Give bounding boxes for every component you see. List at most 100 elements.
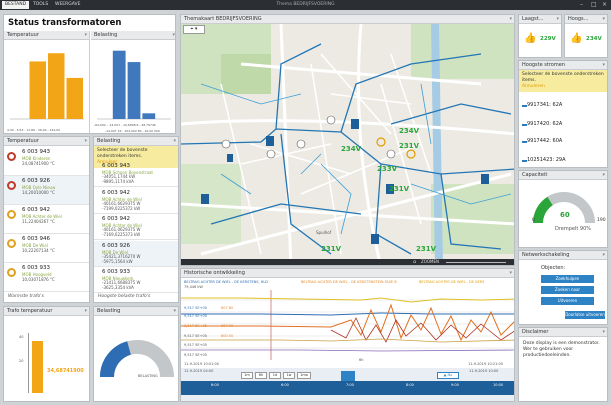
axis-time: 9:00 xyxy=(451,383,459,387)
history-row-label: 9,517 5E+05 xyxy=(184,324,207,328)
histogram-bar xyxy=(66,77,83,119)
thumbs-icon: 👍 xyxy=(570,33,583,44)
trafo-temperature: 11,22404267 °C xyxy=(22,219,55,224)
trafo-apparent-power: -9895,1174 kVA xyxy=(102,179,134,184)
map-voltage-label: 231V xyxy=(321,245,342,253)
thumbs-icon: 👍 xyxy=(524,33,537,44)
disclaimer-header: Disclaimer ▾ xyxy=(519,328,607,337)
zoom-slider[interactable] xyxy=(446,262,506,263)
current-item[interactable]: 10251423: 29A xyxy=(527,157,566,163)
history-date-right: 11-9-2019 10:21:00 xyxy=(468,362,503,366)
load-list-header: Belasting ▾ xyxy=(94,137,178,146)
history-date-left: 11-9-2019 10:01:00 xyxy=(184,362,219,366)
histogram-bar xyxy=(112,50,126,119)
timeline-handle[interactable] xyxy=(341,371,355,381)
run-through-button[interactable]: Doorlatse uitvoeren xyxy=(565,311,605,319)
lowest-voltage-value: 229V xyxy=(540,36,556,42)
load-list-item[interactable]: 6 003 933 MOB Nieuwkerk -21411,6688375 W -3… xyxy=(94,267,178,293)
load-list-item[interactable]: 6 003 942 MOB Achter de Wiel -40161,662937… xyxy=(94,188,178,214)
histogram-bar xyxy=(127,62,141,119)
home-icon[interactable]: ⌂ xyxy=(413,259,416,265)
highest-header: Hoogs... ▾ xyxy=(565,15,607,24)
load-list-item[interactable]: 6 003 942 MOB Achter de Wiel -40161,062937… xyxy=(94,214,178,240)
trafo-temperature: 24,08741900 °C xyxy=(22,161,55,166)
history-legend-1: BELTRAG ACHTER DE WIEL - DE KERSTENS, HL… xyxy=(184,280,268,284)
temperature-histogram xyxy=(10,53,84,120)
status-title: Status transformatoren xyxy=(8,18,122,28)
disclaimer-panel: Disclaimer ▾ Deze display is een demonstr… xyxy=(518,327,608,402)
history-row-label: 9,517 5E+05 xyxy=(184,353,207,357)
search-for-button[interactable]: Zoeken naar xyxy=(541,286,594,294)
now-button[interactable]: ▲ Nu xyxy=(437,372,459,379)
history-row-label: 9,517 5E+05 xyxy=(184,306,207,310)
status-panel: Status transformatoren Temperatuur ▾ 4,34… xyxy=(3,14,176,134)
temperature-list-panel: Temperatuur ▾ 6 003 943 MOB Kinderen 24,087… xyxy=(3,136,90,303)
map-voltage-label: 234V xyxy=(341,145,362,153)
load-header: Belasting ▾ xyxy=(91,31,175,40)
load-list-item[interactable]: 6 003 943 MOB Schoon Bovenstraat -34051,17… xyxy=(94,161,178,187)
timeline-bar: 12-9-2019 04:00 11-9-2019 10:00 1m 6h 1d… xyxy=(181,368,514,401)
lowest-voltage-panel: Laagst... ▾ 👍 229V xyxy=(518,14,562,58)
map-panel: Themakaart BEDRIJFSVOERING ▾ ⌖ ▾ 234V 23… xyxy=(180,14,515,266)
load-list-item[interactable]: 6 003 926 MOB De Wiel -35421,3716270 W -597… xyxy=(94,240,178,267)
highest-load-footer: Hoogste belaste trafo's xyxy=(98,294,151,299)
temperature-list-item[interactable]: 6 003 933 MOB Hoogveld 10,03071876 °C xyxy=(4,263,89,292)
range-button-1mo[interactable]: 1mo xyxy=(297,372,311,379)
history-row-value: 607 00 xyxy=(221,324,234,328)
load-gauge-label: BELASTING xyxy=(138,374,158,378)
axis-time: 10:00 xyxy=(493,383,504,387)
trafo-id: 6 003 943 xyxy=(22,149,50,155)
trafo-temp-axis xyxy=(28,333,29,393)
trafo-id: 6 003 926 xyxy=(102,242,130,249)
temperature-list-item[interactable]: 6 003 946 MOB De Wiel 10,22207134 °C xyxy=(4,234,89,263)
current-item[interactable]: 9917341: 62A xyxy=(527,102,562,108)
history-row-value: 607 60 xyxy=(221,306,234,310)
capacity-value: 60 xyxy=(560,211,570,219)
trafo-id: 6 003 933 xyxy=(22,265,50,271)
range-button-1d[interactable]: 1d xyxy=(269,372,281,379)
warmest-footer: Warmste trafo's xyxy=(8,294,44,299)
trafo-apparent-power: -7169,0225373 kW xyxy=(102,232,141,237)
map-street-label: Spuihof xyxy=(316,230,332,235)
trafo-apparent-power: -3625,3354 kVA xyxy=(102,285,134,290)
capacity-max: 190 xyxy=(597,218,606,223)
range-button-6h[interactable]: 6h xyxy=(255,372,267,379)
map-tool-dropdown[interactable]: ⌖ ▾ xyxy=(183,25,205,34)
history-mid-label: 6h xyxy=(359,358,364,362)
trafo-temperature: 10,22207134 °C xyxy=(22,248,55,253)
objects-label: Objecten: xyxy=(541,265,566,271)
load-list-panel: Belasting ▾ Selecteer de bovenste onderst… xyxy=(93,136,179,303)
maximize-icon[interactable]: □ xyxy=(591,0,597,10)
load-gauge xyxy=(99,340,174,378)
status-ring-icon xyxy=(7,268,16,277)
axis-time: 7:00 xyxy=(346,383,354,387)
temperature-list-item[interactable]: 6 003 943 MOB Kinderen 24,08741900 °C xyxy=(4,147,89,176)
map-voltage-label: 231V xyxy=(416,245,437,253)
trafo-id: 6 003 942 xyxy=(102,216,130,222)
status-ring-icon xyxy=(7,239,16,248)
trafo-temp-header: Trafo temperatuur ▾ xyxy=(4,307,89,316)
load-axis-text-2: -14,007 16 - 104,000 80 - 16,00 000 xyxy=(105,129,160,133)
history-row-label: 9,517 5E+05 xyxy=(184,314,207,318)
execute-button[interactable]: Uitvoeren xyxy=(541,297,594,305)
trafo-id: 6 003 946 xyxy=(22,236,50,242)
trafo-id: 6 003 933 xyxy=(102,269,130,275)
search-help-button[interactable]: Zoekhulpen xyxy=(541,275,594,283)
currents-note-cancel[interactable]: Annuleren xyxy=(522,84,545,89)
disclaimer-text: Deze display is een demonstrator. Wer te… xyxy=(523,341,600,358)
trafo-id: 6 003 926 xyxy=(22,178,50,184)
current-item[interactable]: 9917442: 60A xyxy=(527,138,562,144)
load-gauge-header: Belasting ▾ xyxy=(94,307,178,316)
minimize-icon[interactable]: – xyxy=(580,0,583,10)
highest-voltage-value: 234V xyxy=(586,36,602,42)
axis-time: 6:00 xyxy=(281,383,289,387)
temperature-list-item[interactable]: 6 003 942 MOB Achter de Wiel 11,22404267 °… xyxy=(4,205,89,234)
temperature-list-item[interactable]: 6 003 926 MOB Oyle Nieuw 14,20010000 °C xyxy=(4,176,89,205)
history-row-label: 9,517 5E+05 xyxy=(184,334,207,338)
close-icon[interactable]: × xyxy=(602,0,607,10)
current-item[interactable]: 9917420: 62A xyxy=(527,121,562,127)
range-button-1w[interactable]: 1w xyxy=(283,372,295,379)
map-header: Themakaart BEDRIJFSVOERING ▾ xyxy=(181,15,514,24)
histogram-bar xyxy=(48,53,65,119)
range-button-1m[interactable]: 1m xyxy=(241,372,253,379)
